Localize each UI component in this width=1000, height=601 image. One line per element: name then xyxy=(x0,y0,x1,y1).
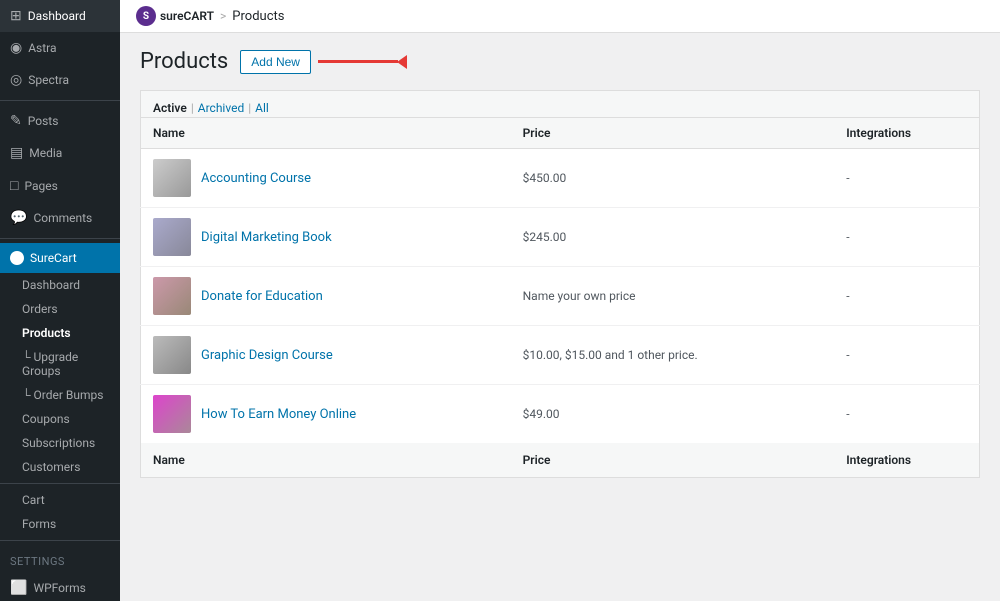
table-row: Donate for Education Name your own price… xyxy=(141,267,980,326)
main-content: S sureCART > Products Products Add New A… xyxy=(120,0,1000,601)
surecart-logo: S sureCART xyxy=(136,6,214,26)
breadcrumb: Products xyxy=(232,9,284,24)
topbar: S sureCART > Products xyxy=(120,0,1000,33)
product-price-cell-3: $10.00, $15.00 and 1 other price. xyxy=(511,326,835,385)
add-new-arrow-annotation xyxy=(318,55,407,69)
product-name-cell-1: Digital Marketing Book xyxy=(141,208,511,267)
product-thumbnail xyxy=(153,159,191,197)
product-thumbnail xyxy=(153,395,191,433)
product-link[interactable]: Digital Marketing Book xyxy=(201,230,332,245)
filter-tab-all[interactable]: All xyxy=(255,99,269,117)
page-content: Products Add New Active | Archived | All… xyxy=(120,33,1000,494)
sidebar-sub-sc-order-bumps[interactable]: └ Order Bumps xyxy=(0,383,120,407)
product-integrations-cell-4: - xyxy=(834,385,979,444)
filter-tab-active[interactable]: Active xyxy=(153,99,187,117)
product-price-cell-2: Name your own price xyxy=(511,267,835,326)
product-name-cell-4: How To Earn Money Online xyxy=(141,385,511,444)
sidebar-sub-sc-upgrade-groups[interactable]: └ Upgrade Groups xyxy=(0,345,120,383)
sidebar-item-comments[interactable]: 💬 Comments xyxy=(0,202,120,234)
products-table: Name Price Integrations Accounting Cours… xyxy=(140,117,980,478)
sidebar-sub-sc-dashboard[interactable]: Dashboard xyxy=(0,273,120,297)
product-link[interactable]: Graphic Design Course xyxy=(201,348,333,363)
sidebar-item-posts[interactable]: ✎ Posts xyxy=(0,105,120,137)
product-integrations-cell-3: - xyxy=(834,326,979,385)
sidebar-item-surecart[interactable]: SureCart xyxy=(0,243,120,273)
footer-name-label: Name xyxy=(141,443,511,478)
sidebar-item-pages[interactable]: □ Pages xyxy=(0,169,120,202)
posts-icon: ✎ xyxy=(10,113,22,129)
product-price-cell-1: $245.00 xyxy=(511,208,835,267)
product-integrations-cell-0: - xyxy=(834,149,979,208)
product-price-cell-4: $49.00 xyxy=(511,385,835,444)
sidebar-sub-sc-orders[interactable]: Orders xyxy=(0,297,120,321)
breadcrumb-separator: > xyxy=(220,9,226,23)
sidebar-sub-forms[interactable]: Forms xyxy=(0,512,120,536)
sc-logo-icon: S xyxy=(136,6,156,26)
col-header-name: Name xyxy=(141,118,511,149)
dashboard-icon: ⊞ xyxy=(10,8,22,24)
product-price-cell-0: $450.00 xyxy=(511,149,835,208)
add-new-button[interactable]: Add New xyxy=(240,50,311,74)
product-link[interactable]: How To Earn Money Online xyxy=(201,407,356,422)
comments-icon: 💬 xyxy=(10,210,27,226)
product-thumbnail xyxy=(153,336,191,374)
footer-price-label: Price xyxy=(511,443,835,478)
astra-icon: ◉ xyxy=(10,40,22,56)
product-integrations-cell-1: - xyxy=(834,208,979,267)
product-link[interactable]: Accounting Course xyxy=(201,171,311,186)
product-name-cell-2: Donate for Education xyxy=(141,267,511,326)
sidebar-sub-sc-products[interactable]: Products xyxy=(0,321,120,345)
col-header-integrations: Integrations xyxy=(834,118,979,149)
sidebar-sub-sc-coupons[interactable]: Coupons xyxy=(0,407,120,431)
table-row: How To Earn Money Online $49.00- xyxy=(141,385,980,444)
sidebar: ⊞ Dashboard ◉ Astra ◎ Spectra ✎ Posts ▤ … xyxy=(0,0,120,601)
page-header: Products Add New xyxy=(140,49,980,74)
product-thumbnail xyxy=(153,218,191,256)
footer-integrations-label: Integrations xyxy=(834,443,979,478)
product-name-cell-0: Accounting Course xyxy=(141,149,511,208)
sidebar-sub-sc-customers[interactable]: Customers xyxy=(0,455,120,479)
filter-tabs: Active | Archived | All xyxy=(140,90,980,117)
sidebar-sub-sc-subscriptions[interactable]: Subscriptions xyxy=(0,431,120,455)
sidebar-item-astra[interactable]: ◉ Astra xyxy=(0,32,120,64)
sidebar-item-wpforms[interactable]: ⬜ WPForms xyxy=(0,572,120,601)
surecart-icon xyxy=(10,251,24,265)
wpforms-icon: ⬜ xyxy=(10,580,27,596)
spectra-icon: ◎ xyxy=(10,72,22,88)
add-new-button-container: Add New xyxy=(240,50,311,74)
sidebar-item-dashboard[interactable]: ⊞ Dashboard xyxy=(0,0,120,32)
product-link[interactable]: Donate for Education xyxy=(201,289,323,304)
table-row: Accounting Course $450.00- xyxy=(141,149,980,208)
sidebar-item-media[interactable]: ▤ Media xyxy=(0,137,120,169)
col-header-price: Price xyxy=(511,118,835,149)
filter-tab-archived[interactable]: Archived xyxy=(198,99,244,117)
media-icon: ▤ xyxy=(10,145,23,161)
page-title: Products xyxy=(140,49,228,74)
product-thumbnail xyxy=(153,277,191,315)
table-row: Digital Marketing Book $245.00- xyxy=(141,208,980,267)
table-row: Graphic Design Course $10.00, $15.00 and… xyxy=(141,326,980,385)
settings-section-label: Settings xyxy=(0,545,120,572)
sidebar-sub-cart[interactable]: Cart xyxy=(0,488,120,512)
sidebar-item-spectra[interactable]: ◎ Spectra xyxy=(0,64,120,96)
product-integrations-cell-2: - xyxy=(834,267,979,326)
pages-icon: □ xyxy=(10,177,18,194)
product-name-cell-3: Graphic Design Course xyxy=(141,326,511,385)
